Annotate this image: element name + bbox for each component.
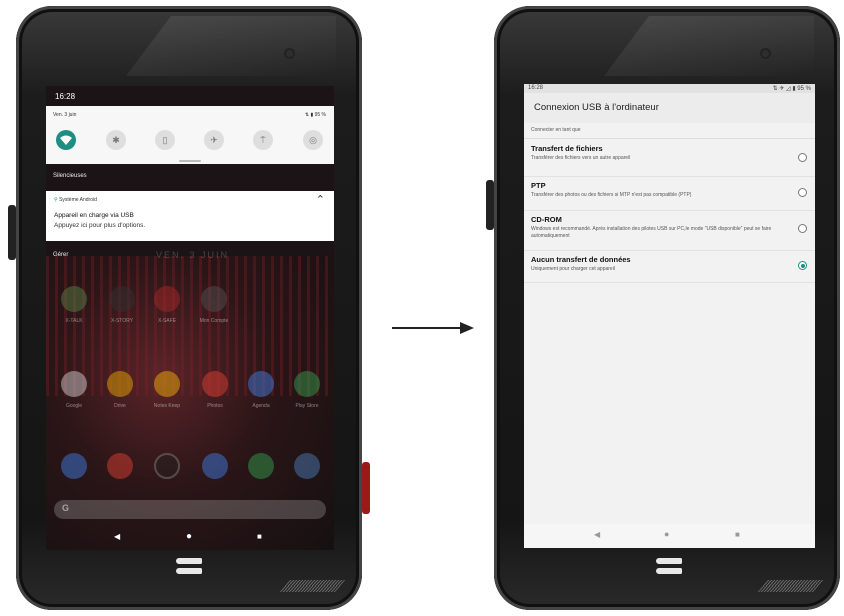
radio-ptp[interactable] (798, 188, 807, 197)
notification-body: Appuyez ici pour plus d'options. (54, 222, 146, 229)
google-app-icon[interactable] (61, 371, 87, 397)
hotspot-icon[interactable]: ◎ (303, 130, 323, 150)
speaker-grill (757, 580, 824, 592)
home-icon[interactable]: ● (186, 531, 192, 542)
radio-file-transfer[interactable] (798, 153, 807, 162)
silent-section-label: Silencieuses (53, 173, 87, 179)
option-description: Uniquement pour charger cet appareil (531, 266, 615, 272)
option-title: PTP (531, 181, 546, 190)
option-no-data-transfer[interactable]: Aucun transfert de données Uniquement po… (524, 250, 815, 283)
app-bar: Connexion USB à l'ordinateur (524, 93, 815, 123)
app-label: Agenda (252, 403, 270, 409)
recents-icon[interactable]: ■ (257, 532, 262, 541)
option-description: Transférer des photos ou des fichiers si… (531, 192, 692, 198)
radio-cd-rom[interactable] (798, 224, 807, 233)
play-store-app-icon[interactable] (294, 371, 320, 397)
front-camera (286, 50, 293, 57)
app-label: Photos (207, 403, 223, 409)
option-description: Windows est recommandé. Après installati… (531, 226, 772, 239)
option-title: Aucun transfert de données (531, 255, 631, 264)
camera-icon[interactable] (154, 453, 180, 479)
google-search-bar[interactable]: G (54, 500, 326, 519)
airplane-icon[interactable]: ✈ (204, 130, 224, 150)
mon-compte-app-icon[interactable] (201, 286, 227, 312)
photos-app-icon[interactable] (202, 371, 228, 397)
lockscreen-date: VEN. 3 JUIN (156, 250, 230, 260)
battery-saver-icon[interactable]: ▯ (155, 130, 175, 150)
page-title: Connexion USB à l'ordinateur (534, 102, 659, 113)
app-label: Drive (114, 403, 126, 409)
x-safe-app-icon[interactable] (154, 286, 180, 312)
option-description: Transférer des fichiers vers un autre ap… (531, 155, 631, 161)
gallery-icon[interactable] (294, 453, 320, 479)
arrow-head-icon (460, 322, 474, 334)
front-camera (762, 50, 769, 57)
crosscall-logo (656, 558, 682, 574)
flashlight-icon[interactable]: ⍑ (253, 130, 273, 150)
usb-notification[interactable]: ⚲ Système Android ⌃ Appareil en charge v… (46, 191, 334, 241)
app-label: X-STORY (110, 318, 134, 324)
navigation-bar: ◀ ● ■ (524, 524, 815, 548)
left-side-button-sos[interactable] (362, 462, 370, 514)
app-label: Play Store (295, 403, 319, 409)
app-label: Notes Keep (153, 403, 181, 409)
back-icon[interactable]: ◀ (114, 532, 120, 541)
navigation-bar: ◀ ● ■ (46, 526, 334, 550)
right-screen: 16:28 ⇅ ✈ ◿ ▮ 95 % Connexion USB à l'ord… (524, 84, 815, 548)
quick-settings-panel: Ven. 3 juin ⇅ ▮ 95 % ✱ ▯ ✈ ⍑ ◎ (46, 106, 334, 164)
status-icons: ⇅ ✈ ◿ ▮ 95 % (772, 86, 811, 92)
notification-title: Appareil en charge via USB (54, 212, 134, 219)
drive-app-icon[interactable] (107, 371, 133, 397)
quick-settings-status: ⇅ ▮ 95 % (304, 112, 326, 118)
app-label: X-TALK (65, 318, 83, 324)
app-label: X-SAFE (157, 318, 177, 324)
agenda-app-icon[interactable] (248, 371, 274, 397)
status-time: 16:28 (55, 92, 76, 101)
option-ptp[interactable]: PTP Transférer des photos ou des fichier… (524, 176, 815, 211)
bluetooth-icon[interactable]: ✱ (106, 130, 126, 150)
app-label: Google (65, 403, 83, 409)
settings-icon[interactable] (248, 453, 274, 479)
recents-icon[interactable]: ■ (735, 530, 740, 539)
google-g-icon: G (62, 503, 70, 513)
messages-icon[interactable] (202, 453, 228, 479)
manage-notifications-button[interactable]: Gérer (53, 252, 68, 258)
status-bar: 16:28 ⇅ ✈ ◿ ▮ 95 % (524, 84, 815, 93)
home-icon[interactable]: ● (664, 529, 669, 539)
glass-reflection (604, 16, 814, 76)
chrome-icon[interactable] (107, 453, 133, 479)
back-icon[interactable]: ◀ (594, 530, 600, 539)
keep-app-icon[interactable] (154, 371, 180, 397)
wifi-icon[interactable] (56, 130, 76, 150)
status-time: 16:28 (528, 85, 544, 91)
right-side-button[interactable] (486, 180, 494, 230)
chevron-up-icon[interactable]: ⌃ (316, 193, 325, 206)
glass-reflection (126, 16, 336, 76)
option-title: Transfert de fichiers (531, 144, 603, 153)
x-story-app-icon[interactable] (109, 286, 135, 312)
notification-source: ⚲ Système Android (54, 197, 97, 203)
left-side-button-volume[interactable] (8, 205, 16, 260)
option-title: CD-ROM (531, 215, 562, 224)
phone-icon[interactable] (61, 453, 87, 479)
speaker-grill (279, 580, 346, 592)
x-talk-app-icon[interactable] (61, 286, 87, 312)
option-cd-rom[interactable]: CD-ROM Windows est recommandé. Après ins… (524, 210, 815, 251)
quick-settings-drag-handle[interactable] (179, 160, 201, 162)
option-file-transfer[interactable]: Transfert de fichiers Transférer des fic… (524, 139, 815, 177)
connect-as-subheader: Connecter en tant que (524, 124, 815, 139)
wallpaper-pattern (46, 256, 334, 396)
left-screen: 16:28 Ven. 3 juin ⇅ ▮ 95 % ✱ ▯ ✈ ⍑ ◎ Sil… (46, 86, 334, 550)
transition-arrow (392, 327, 462, 329)
quick-settings-date: Ven. 3 juin (53, 112, 77, 118)
app-label: Mon Compte (199, 318, 229, 324)
crosscall-logo (176, 558, 202, 574)
radio-no-data-transfer-selected[interactable] (798, 261, 807, 270)
